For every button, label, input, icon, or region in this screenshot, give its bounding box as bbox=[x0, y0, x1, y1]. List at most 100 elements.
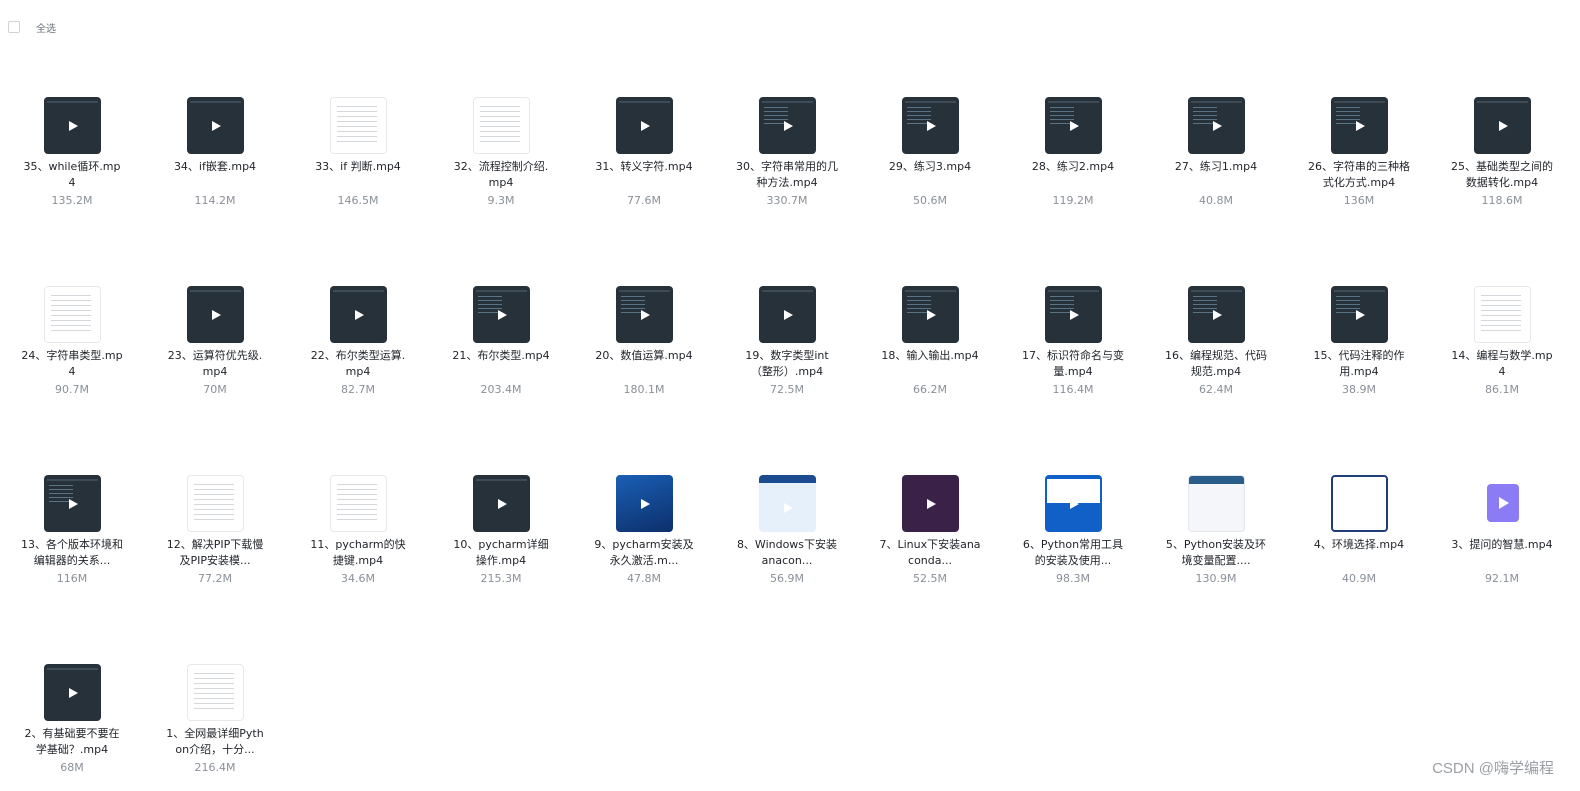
file-card[interactable]: 28、练习2.mp4 119.2M bbox=[1018, 97, 1128, 209]
file-size: 90.7M bbox=[55, 383, 89, 396]
file-name: 34、if嵌套.mp4 bbox=[173, 160, 257, 173]
file-name: 5、Python安装及环境变量配置.... bbox=[1165, 538, 1267, 567]
file-card[interactable]: 5、Python安装及环境变量配置.... 130.9M bbox=[1161, 475, 1271, 587]
video-thumbnail[interactable] bbox=[472, 97, 530, 154]
video-thumbnail[interactable] bbox=[329, 286, 387, 343]
file-size: 66.2M bbox=[913, 383, 947, 396]
file-card[interactable]: 31、转义字符.mp4 77.6M bbox=[589, 97, 699, 209]
file-name: 1、全网最详细Python介绍，十分... bbox=[166, 727, 264, 756]
file-name: 22、布尔类型运算.mp4 bbox=[310, 349, 406, 378]
file-card[interactable]: 2、有基础要不要在学基础？.mp4 68M bbox=[17, 664, 127, 776]
file-size: 114.2M bbox=[194, 194, 236, 207]
play-icon bbox=[641, 120, 650, 131]
file-card[interactable]: 15、代码注释的作用.mp4 38.9M bbox=[1304, 286, 1414, 398]
file-card[interactable]: 29、练习3.mp4 50.6M bbox=[875, 97, 985, 209]
file-size: 136M bbox=[1343, 194, 1375, 207]
file-card[interactable]: 25、基础类型之间的数据转化.mp4 118.6M bbox=[1447, 97, 1557, 209]
file-card[interactable]: 32、流程控制介绍.mp4 9.3M bbox=[446, 97, 556, 209]
video-thumbnail[interactable] bbox=[1330, 97, 1388, 154]
video-thumbnail[interactable] bbox=[615, 475, 673, 532]
video-thumbnail[interactable] bbox=[43, 97, 101, 154]
play-icon bbox=[69, 687, 78, 698]
video-thumbnail[interactable] bbox=[43, 475, 101, 532]
file-card[interactable]: 16、编程规范、代码规范.mp4 62.4M bbox=[1161, 286, 1271, 398]
file-name: 2、有基础要不要在学基础？.mp4 bbox=[24, 727, 120, 756]
file-card[interactable]: 6、Python常用工具的安装及使用... 98.3M bbox=[1018, 475, 1128, 587]
file-card[interactable]: 7、Linux下安装anaconda... 52.5M bbox=[875, 475, 985, 587]
video-thumbnail[interactable] bbox=[43, 286, 101, 343]
play-icon bbox=[69, 120, 78, 131]
video-thumbnail[interactable] bbox=[1187, 475, 1245, 532]
video-thumbnail[interactable] bbox=[758, 97, 816, 154]
play-icon bbox=[784, 309, 793, 320]
video-thumbnail[interactable] bbox=[1044, 97, 1102, 154]
video-thumbnail[interactable] bbox=[186, 475, 244, 532]
file-card[interactable]: 1、全网最详细Python介绍，十分... 216.4M bbox=[160, 664, 270, 776]
file-card[interactable]: 18、输入输出.mp4 66.2M bbox=[875, 286, 985, 398]
video-thumbnail[interactable] bbox=[1330, 475, 1388, 532]
video-thumbnail[interactable] bbox=[901, 286, 959, 343]
video-thumbnail[interactable] bbox=[758, 475, 816, 532]
play-icon bbox=[927, 309, 936, 320]
select-all-checkbox[interactable] bbox=[8, 21, 20, 33]
file-size: 34.6M bbox=[341, 572, 375, 585]
video-thumbnail[interactable] bbox=[472, 475, 530, 532]
file-size: 180.1M bbox=[623, 383, 665, 396]
video-thumbnail[interactable] bbox=[615, 97, 673, 154]
video-thumbnail[interactable] bbox=[1474, 475, 1531, 532]
file-card[interactable]: 23、运算符优先级.mp4 70M bbox=[160, 286, 270, 398]
video-thumbnail[interactable] bbox=[43, 664, 101, 721]
video-thumbnail[interactable] bbox=[1473, 286, 1531, 343]
video-thumbnail[interactable] bbox=[1330, 286, 1388, 343]
file-card[interactable]: 13、各个版本环境和编辑器的关系... 116M bbox=[17, 475, 127, 587]
video-thumbnail[interactable] bbox=[1473, 97, 1531, 154]
file-card[interactable]: 30、字符串常用的几种方法.mp4 330.7M bbox=[732, 97, 842, 209]
video-thumbnail[interactable] bbox=[186, 286, 244, 343]
file-card[interactable]: 11、pycharm的快捷键.mp4 34.6M bbox=[303, 475, 413, 587]
file-card[interactable]: 17、标识符命名与变量.mp4 116.4M bbox=[1018, 286, 1128, 398]
file-card[interactable]: 24、字符串类型.mp4 90.7M bbox=[17, 286, 127, 398]
file-card[interactable]: 10、pycharm详细操作.mp4 215.3M bbox=[446, 475, 556, 587]
play-icon bbox=[212, 309, 221, 320]
file-name: 29、练习3.mp4 bbox=[888, 160, 972, 173]
file-card[interactable]: 27、练习1.mp4 40.8M bbox=[1161, 97, 1271, 209]
file-size: 56.9M bbox=[770, 572, 804, 585]
video-thumbnail[interactable] bbox=[186, 664, 244, 721]
play-icon bbox=[1070, 120, 1079, 131]
play-icon bbox=[927, 498, 936, 509]
file-card[interactable]: 12、解决PIP下载慢及PIP安装模... 77.2M bbox=[160, 475, 270, 587]
file-card[interactable]: 34、if嵌套.mp4 114.2M bbox=[160, 97, 270, 209]
video-thumbnail[interactable] bbox=[186, 97, 244, 154]
video-thumbnail[interactable] bbox=[1044, 475, 1102, 532]
file-name: 9、pycharm安装及永久激活.m... bbox=[594, 538, 694, 567]
video-thumbnail[interactable] bbox=[1187, 97, 1245, 154]
video-thumbnail[interactable] bbox=[329, 97, 387, 154]
file-size: 92.1M bbox=[1485, 572, 1519, 585]
file-card[interactable]: 33、if 判断.mp4 146.5M bbox=[303, 97, 413, 209]
file-card[interactable]: 19、数字类型int（整形）.mp4 72.5M bbox=[732, 286, 842, 398]
file-card[interactable]: 20、数值运算.mp4 180.1M bbox=[589, 286, 699, 398]
file-card[interactable]: 4、环境选择.mp4 40.9M bbox=[1304, 475, 1414, 587]
video-thumbnail[interactable] bbox=[329, 475, 387, 532]
play-icon bbox=[498, 498, 507, 509]
file-card[interactable]: 26、字符串的三种格式化方式.mp4 136M bbox=[1304, 97, 1414, 209]
file-card[interactable]: 35、while循环.mp4 135.2M bbox=[17, 97, 127, 209]
file-card[interactable]: 14、编程与数学.mp4 86.1M bbox=[1447, 286, 1557, 398]
video-thumbnail[interactable] bbox=[758, 286, 816, 343]
video-thumbnail[interactable] bbox=[901, 97, 959, 154]
file-card[interactable]: 3、提问的智慧.mp4 92.1M bbox=[1447, 475, 1557, 587]
file-card[interactable]: 8、Windows下安装anacon... 56.9M bbox=[732, 475, 842, 587]
file-name: 4、环境选择.mp4 bbox=[1313, 538, 1405, 551]
file-card[interactable]: 22、布尔类型运算.mp4 82.7M bbox=[303, 286, 413, 398]
file-card[interactable]: 21、布尔类型.mp4 203.4M bbox=[446, 286, 556, 398]
video-thumbnail[interactable] bbox=[615, 286, 673, 343]
select-all-label[interactable]: 全选 bbox=[36, 20, 56, 35]
video-thumbnail[interactable] bbox=[901, 475, 959, 532]
video-thumbnail[interactable] bbox=[1187, 286, 1245, 343]
file-name: 24、字符串类型.mp4 bbox=[21, 349, 123, 378]
video-thumbnail[interactable] bbox=[1044, 286, 1102, 343]
file-card[interactable]: 9、pycharm安装及永久激活.m... 47.8M bbox=[589, 475, 699, 587]
play-icon bbox=[1070, 498, 1079, 509]
video-thumbnail[interactable] bbox=[472, 286, 530, 343]
file-size: 215.3M bbox=[480, 572, 522, 585]
